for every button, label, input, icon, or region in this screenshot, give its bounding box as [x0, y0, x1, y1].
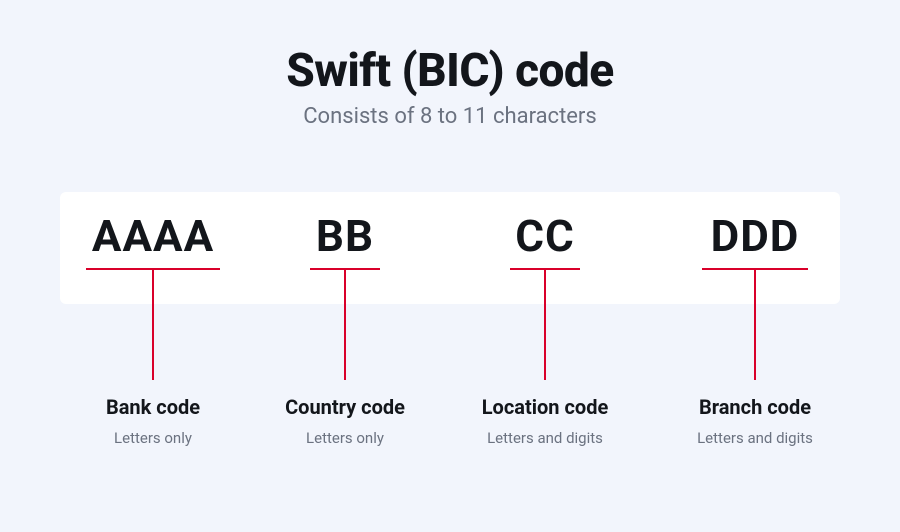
label-name: Branch code [670, 395, 840, 419]
connector-line [152, 270, 154, 380]
connector-line [344, 270, 346, 380]
segment-country-label: Country code Letters only [260, 395, 430, 447]
page-subtitle: Consists of 8 to 11 characters [0, 104, 900, 129]
segment-bank-chars: AAAA [86, 210, 220, 270]
label-name: Country code [260, 395, 430, 419]
label-name: Bank code [68, 395, 238, 419]
segment-branch-label: Branch code Letters and digits [670, 395, 840, 447]
page-title: Swift (BIC) code [0, 44, 900, 98]
label-desc: Letters only [68, 429, 238, 447]
segment-location-chars: CC [510, 210, 580, 270]
label-desc: Letters and digits [460, 429, 630, 447]
connector-line [544, 270, 546, 380]
label-desc: Letters and digits [670, 429, 840, 447]
connector-line [754, 270, 756, 380]
label-desc: Letters only [260, 429, 430, 447]
segment-branch-chars: DDD [702, 210, 808, 270]
segment-bank-label: Bank code Letters only [68, 395, 238, 447]
segment-country-chars: BB [310, 210, 380, 270]
segment-location-label: Location code Letters and digits [460, 395, 630, 447]
label-name: Location code [460, 395, 630, 419]
